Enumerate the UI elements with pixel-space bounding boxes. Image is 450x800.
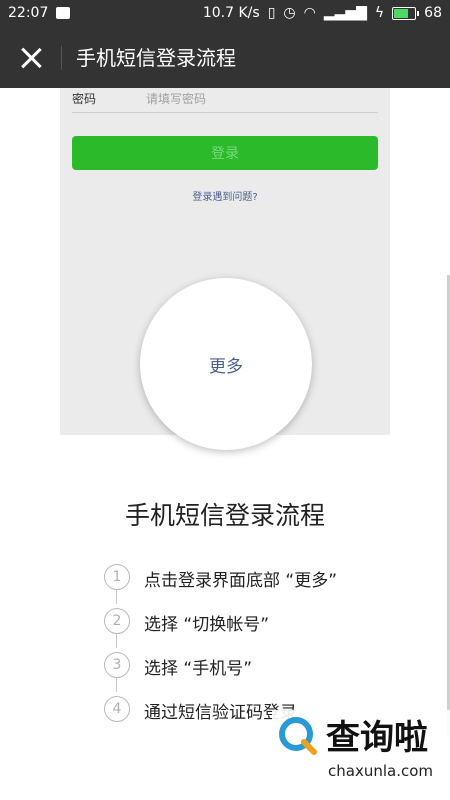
step-number: 1: [104, 564, 130, 590]
page-title: 手机短信登录流程: [76, 46, 236, 70]
step-text: 选择 “手机号”: [144, 659, 253, 679]
watermark-brand: 查询啦: [326, 718, 428, 758]
step-number: 3: [104, 652, 130, 678]
alarm-icon: ◷: [283, 5, 296, 21]
title-bar: 手机短信登录流程: [0, 28, 450, 88]
step-number: 4: [104, 696, 130, 722]
title-divider: [61, 46, 62, 70]
step-text: 点击登录界面底部 “更多”: [144, 571, 338, 591]
signal-icon: ▂▃▅▇: [323, 5, 367, 21]
battery-icon: [392, 6, 420, 20]
section-title: 手机短信登录流程: [124, 501, 325, 530]
login-problem-link: 登录遇到问题?: [192, 192, 258, 203]
step-item: 3 选择 “手机号”: [104, 652, 424, 682]
login-button: 登录: [72, 136, 378, 170]
status-bar: 22:07 10.7 K/s ▯ ◷ ◠ ▂▃▅▇ ϟ 68: [0, 0, 450, 28]
battery-level: 68: [424, 5, 442, 21]
network-speed: 10.7 K/s: [202, 5, 260, 21]
password-underline: [72, 112, 378, 113]
charging-icon: ϟ: [374, 5, 385, 21]
watermark-url: chaxunla.com: [328, 762, 433, 780]
vibrate-icon: ▯: [267, 5, 276, 21]
password-label: 密码: [72, 92, 97, 106]
watermark: 查询啦 chaxunla.com: [272, 710, 450, 786]
step-number: 2: [104, 608, 130, 634]
watermark-logo-icon: [279, 717, 317, 755]
image-notification-icon: [56, 7, 71, 19]
password-placeholder: 请填写密码: [146, 92, 207, 106]
step-item: 2 选择 “切换帐号”: [104, 608, 424, 638]
status-time: 22:07: [8, 5, 49, 21]
more-highlight-circle: 更多: [140, 278, 312, 450]
step-item: 1 点击登录界面底部 “更多”: [104, 564, 424, 594]
wifi-icon: ◠: [303, 5, 316, 21]
close-icon[interactable]: [16, 43, 46, 73]
step-text: 选择 “切换帐号”: [144, 615, 270, 635]
